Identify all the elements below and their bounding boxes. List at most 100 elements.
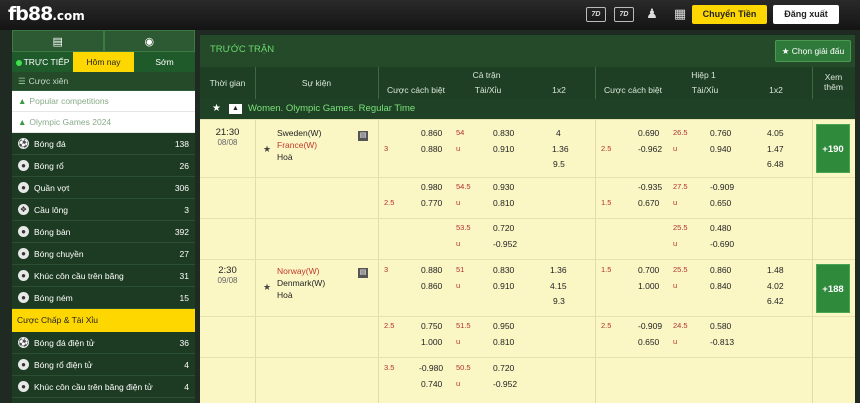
sport-badminton[interactable]: ❖ Cầu lông 3 [12,199,195,221]
favorite-star-icon[interactable]: ★ [263,144,271,155]
odds-value[interactable]: 0.830 [493,265,514,275]
tab-live[interactable]: TRỰC TIẾP [12,52,73,72]
select-league-button[interactable]: ★ Chọn giải đấu [775,40,851,62]
league-row[interactable]: ★ ▲ Women. Olympic Games. Regular Time [200,99,855,119]
odds-value[interactable]: 0.880 [421,144,442,154]
calendar-7d-icon[interactable]: 7D [586,7,606,22]
sport-volleyball[interactable]: ● Bóng chuyền 27 [12,243,195,265]
odds-value[interactable]: 0.860 [710,265,731,275]
sidebar-tabs: TRỰC TIẾP Hôm nay Sớm [12,52,195,72]
odds-value[interactable]: -0.909 [710,182,734,192]
sport-basketball[interactable]: ● Bóng rổ 26 [12,155,195,177]
odds-value[interactable]: 0.860 [421,281,442,291]
esport-football[interactable]: ⚽ Bóng đá điện tử 36 [12,332,195,354]
tab-early[interactable]: Sớm [134,52,195,72]
odds-value[interactable]: 0.580 [710,321,731,331]
odds-value[interactable]: 1.48 [767,265,784,275]
odds-value[interactable]: 0.910 [493,281,514,291]
history-7d-icon[interactable]: 7D [614,7,634,22]
logout-button[interactable]: Đăng xuất [773,5,839,24]
odds-value[interactable]: 1.000 [638,281,659,291]
odds-value[interactable]: -0.980 [419,363,443,373]
sport-ice-hockey[interactable]: ● Khúc côn cầu trên băng 31 [12,265,195,287]
odds-value[interactable]: 0.810 [493,337,514,347]
odds-value[interactable]: 0.750 [421,321,442,331]
odds-value[interactable]: 0.810 [493,198,514,208]
more-markets-button[interactable]: +188 [816,264,850,313]
odds-value[interactable]: 0.480 [710,223,731,233]
odds-value[interactable]: 0.770 [421,198,442,208]
odds-under-label: u [673,198,678,207]
match-subline-row: 2.5 0.750 1.000 51.5 u 0.950 0.810 2.5 -… [200,316,855,357]
odds-value[interactable]: 0.700 [638,265,659,275]
odds-value[interactable]: 1.000 [421,337,442,347]
home-team: Sweden(W) [277,128,322,138]
handicap-over-under-section[interactable]: Cược Chấp & Tài Xỉu [12,309,195,332]
transfer-button[interactable]: Chuyển Tiền [692,5,767,24]
user-icon[interactable]: ♟ [642,7,662,22]
favorite-star-icon[interactable]: ★ [212,99,221,119]
sport-table-tennis[interactable]: ● Bóng bàn 392 [12,221,195,243]
odds-value[interactable]: 0.840 [710,281,731,291]
odds-value[interactable]: 0.670 [638,198,659,208]
odds-value[interactable]: 0.650 [638,337,659,347]
odds-value[interactable]: 0.880 [421,265,442,275]
odds-total-line: 51.5 [456,321,471,330]
tab-today[interactable]: Hôm nay [73,52,134,72]
odds-value[interactable]: 0.910 [493,144,514,154]
odds-value[interactable]: -0.952 [493,239,517,249]
statistics-icon[interactable]: ▤ [358,131,368,141]
odds-value[interactable]: 9.5 [553,159,565,169]
odds-value[interactable]: 0.830 [493,128,514,138]
odds-value[interactable]: 1.47 [767,144,784,154]
more-markets-button[interactable]: +190 [816,124,850,173]
odds-value[interactable]: -0.909 [638,321,662,331]
mascot-icon[interactable]: ◉ [103,30,195,52]
competition-popular[interactable]: ▲ Popular competitions [12,91,195,112]
odds-value[interactable]: 4 [556,128,561,138]
odds-value[interactable]: -0.690 [710,239,734,249]
top-bar: fb88.com 7D 7D ♟ ▦ Chuyển Tiền Đăng xuất [0,0,860,30]
statistics-icon[interactable]: ▤ [358,268,368,278]
brand-logo[interactable]: fb88.com [8,3,85,25]
odds-total-line: 25.5 [673,265,688,274]
odds-value[interactable]: 0.720 [493,363,514,373]
odds-value[interactable]: 0.740 [421,379,442,389]
odds-value[interactable]: 0.690 [638,128,659,138]
odds-value[interactable]: -0.962 [638,144,662,154]
odds-value[interactable]: 0.650 [710,198,731,208]
odds-value[interactable]: 6.42 [767,296,784,306]
odds-value[interactable]: 0.930 [493,182,514,192]
sport-handball[interactable]: ● Bóng ném 15 [12,287,195,309]
odds-value[interactable]: 0.980 [421,182,442,192]
odds-value[interactable]: -0.952 [493,379,517,389]
chat-icon[interactable]: ▤ [12,30,104,52]
sport-football[interactable]: ⚽ Bóng đá 138 [12,133,195,155]
draw-label: Hoà [277,290,293,300]
odds-value[interactable]: 9.3 [553,296,565,306]
odds-value[interactable]: -0.935 [638,182,662,192]
odds-value[interactable]: 0.720 [493,223,514,233]
header-event: Sự kiện [301,78,332,88]
competition-olympics[interactable]: ▲ Olympic Games 2024 [12,112,195,133]
odds-value[interactable]: 4.15 [550,281,567,291]
odds-value[interactable]: 0.950 [493,321,514,331]
basketball-icon: ● [18,160,29,171]
odds-value[interactable]: 1.36 [550,265,567,275]
odds-value[interactable]: 4.05 [767,128,784,138]
odds-value[interactable]: 4.02 [767,281,784,291]
odds-value[interactable]: 0.760 [710,128,731,138]
esport-basketball[interactable]: ● Bóng rổ điện tử 4 [12,354,195,376]
favorite-star-icon[interactable]: ★ [263,282,271,293]
odds-value[interactable]: 0.860 [421,128,442,138]
menu-grid-icon[interactable]: ▦ [670,7,690,22]
odds-value[interactable]: -0.813 [710,337,734,347]
odds-value[interactable]: 1.36 [552,144,569,154]
sport-tennis[interactable]: ● Quần vợt 306 [12,177,195,199]
odds-value[interactable]: 6.48 [767,159,784,169]
odds-total-line: 54 [456,128,465,137]
header-h1-1x2: 1x2 [769,85,783,95]
esport-ice-hockey[interactable]: ● Khúc côn cầu trên băng điện tử 4 [12,376,195,398]
mixed-parlay-item[interactable]: ☰ Cược xiên [12,72,195,91]
odds-value[interactable]: 0.940 [710,144,731,154]
